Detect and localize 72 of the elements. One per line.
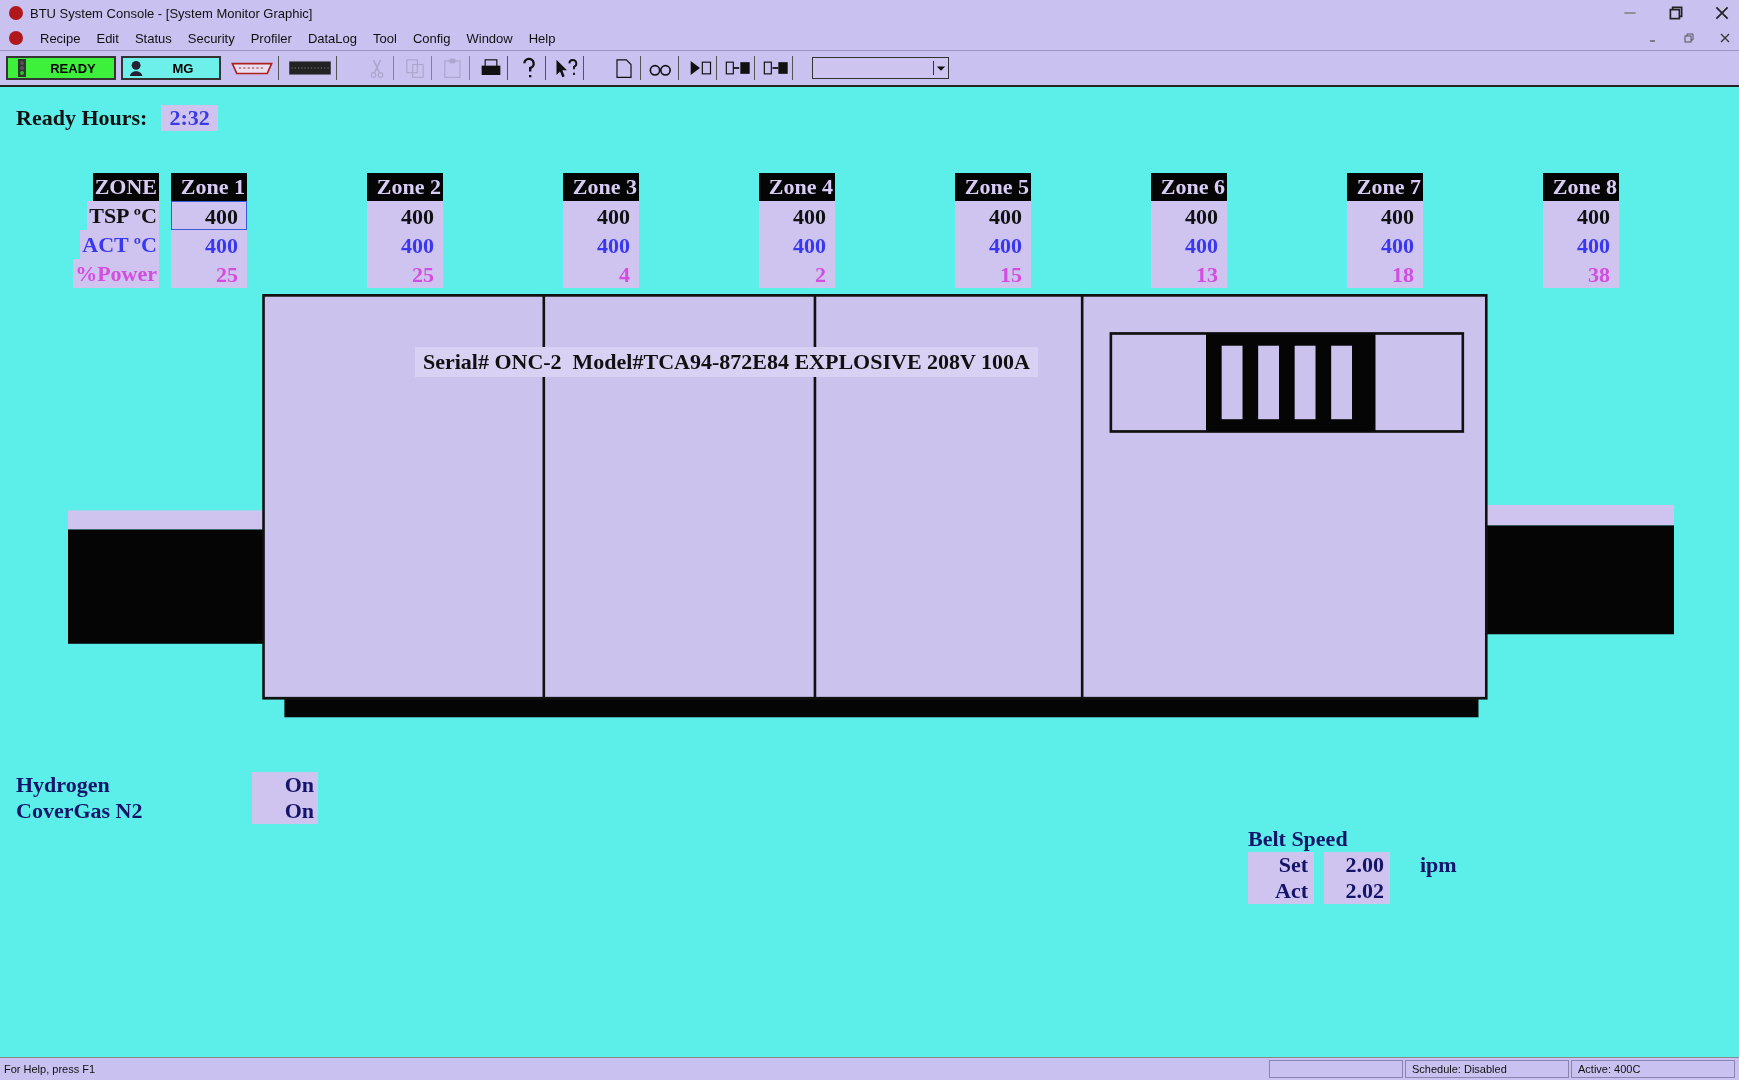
belt-speed-value: 2.00 [1324,852,1390,878]
menu-item[interactable]: Profiler [250,30,292,46]
power-cell: 4 [563,259,639,288]
setpoint-field[interactable]: 400 [759,201,835,230]
setpoint-field[interactable]: 400 [955,201,1031,230]
actual-temp-cell: 400 [171,230,247,259]
actual-temp-cell: 400 [563,230,639,259]
ready-hours-label: Ready Hours: [16,105,148,131]
zone-header: Zone 1 [171,173,247,201]
row-label: %Power [73,259,159,288]
menu-item[interactable]: Recipe [40,30,81,46]
power-cell: 38 [1543,259,1619,288]
row-label: ACT ºC [80,230,159,259]
menu-item[interactable]: Security [187,30,235,46]
gas-status-value: On [252,798,318,824]
zone-header: ZONE [92,173,159,201]
actual-temp-cell: 400 [1151,230,1227,259]
power-cell: 25 [367,259,443,288]
gas-label: Hydrogen [16,772,111,798]
menu-item[interactable]: Status [134,30,172,46]
power-cell: 25 [171,259,247,288]
actual-temp-cell: 400 [1543,230,1619,259]
zone-header: Zone 6 [1151,173,1227,201]
setpoint-field[interactable]: 400 [367,201,443,230]
menu-item[interactable]: Window [466,30,513,46]
user-icon [129,59,145,77]
actual-temp-cell: 400 [759,230,835,259]
gas-label: CoverGas N2 [16,798,144,824]
actual-temp-cell: 400 [1347,230,1423,259]
zone-header: Zone 5 [955,173,1031,201]
belt-speed-value: 2.02 [1324,878,1390,904]
ready-status-button[interactable]: READY [6,56,116,80]
belt-speed-label: Set [1248,852,1314,878]
setpoint-field[interactable]: 400 [563,201,639,230]
schedule-status: Schedule: Disabled [1405,1060,1569,1078]
window-title: BTU System Console - [System Monitor Graphic] [30,5,313,21]
status-help-text: For Help, press F1 [4,1063,96,1075]
setpoint-field[interactable]: 400 [1543,201,1619,230]
zone-header: Zone 8 [1543,173,1619,201]
active-status: Active: 400C [1571,1060,1735,1078]
furnace-serial-label: Serial# ONC-2 Model#TCA94-872E84 EXPLOSIVE 208V 100A [414,347,1038,378]
menu-item[interactable]: Tool [373,30,397,46]
power-cell: 15 [955,259,1031,288]
zone-header: Zone 3 [563,173,639,201]
zone-header: Zone 2 [367,173,443,201]
zone-header: Zone 7 [1347,173,1423,201]
app-logo-icon [8,5,24,21]
dropdown-field[interactable] [812,57,949,79]
actual-temp-cell: 400 [955,230,1031,259]
power-cell: 13 [1151,259,1227,288]
menu-item[interactable]: DataLog [307,30,358,46]
close-icon[interactable] [1719,32,1731,44]
menu-item[interactable]: Edit [96,30,119,46]
user-button[interactable]: MG [121,56,221,80]
power-cell: 18 [1347,259,1423,288]
belt-speed-title: Belt Speed [1248,826,1349,852]
setpoint-field[interactable]: 400 [1347,201,1423,230]
menu-item[interactable]: Help [528,30,556,46]
ready-hours-value: 2:32 [161,105,218,131]
document-logo-icon [8,30,24,46]
close-icon[interactable] [1713,4,1731,22]
actual-temp-cell: 400 [367,230,443,259]
setpoint-field[interactable]: 400 [171,201,247,230]
menu-item[interactable]: Config [412,30,451,46]
restore-icon[interactable] [1667,4,1685,22]
power-cell: 2 [759,259,835,288]
belt-speed-label: Act [1248,878,1314,904]
row-label: TSP ºC [87,201,159,230]
setpoint-field[interactable]: 400 [1151,201,1227,230]
belt-speed-unit: ipm [1420,852,1457,878]
zone-header: Zone 4 [759,173,835,201]
gas-status-value: On [252,772,318,798]
